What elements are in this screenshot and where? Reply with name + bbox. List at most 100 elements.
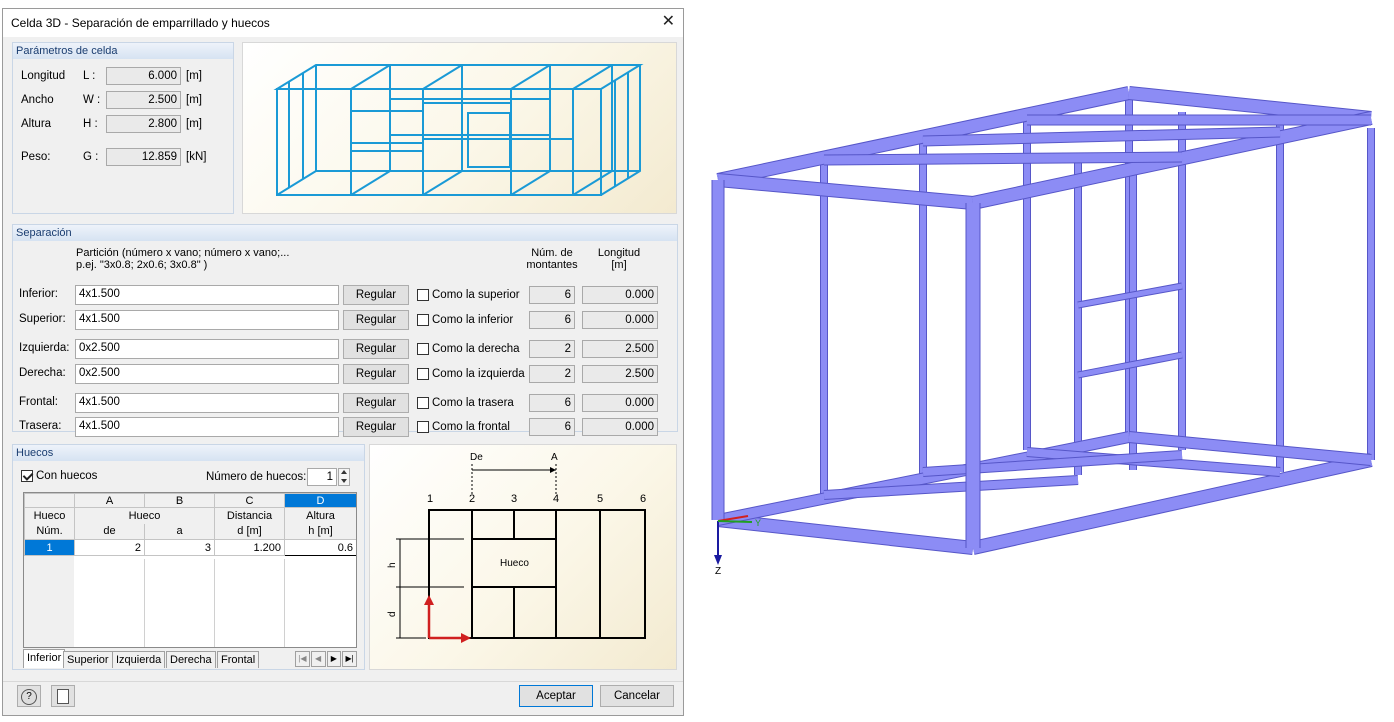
distance-header-1: Distancia (214, 507, 285, 524)
frame-beam[interactable] (971, 454, 1373, 554)
params-header: Parámetros de celda (13, 43, 233, 59)
weight-symbol: G : (83, 151, 99, 163)
tab-frontal[interactable]: Frontal (217, 651, 260, 668)
row-superior-label: Superior: (19, 313, 66, 325)
accept-button[interactable]: Aceptar (519, 685, 593, 707)
row-izquierda-label: Izquierda: (19, 342, 70, 354)
frontal-length-field: 0.000 (582, 394, 658, 412)
close-icon[interactable]: ✕ (662, 13, 675, 31)
hueco-num-header-1: Hueco (24, 507, 75, 524)
height-symbol: H : (83, 118, 98, 130)
frontal-partition-input[interactable]: 4x1.500 (75, 393, 339, 413)
izquierda-same-checkbox[interactable] (417, 343, 429, 355)
col-number-3: 3 (511, 493, 517, 505)
openings-table[interactable]: A B C D Hueco Hueco Distancia Altura Núm… (23, 492, 357, 648)
height-header-1: Altura (284, 507, 356, 524)
partition-hint-line2: p.ej. "3x0.8; 2x0.6; 3x0.8" ) (76, 259, 208, 271)
tab-izquierda[interactable]: Izquierda (112, 651, 166, 668)
row-derecha-label: Derecha: (19, 367, 66, 379)
izquierda-regular-button[interactable]: Regular (343, 339, 409, 359)
col-letter-d: D (284, 493, 356, 508)
frontal-count-field: 6 (529, 394, 575, 412)
openings-count-input[interactable]: 1 (307, 468, 337, 486)
trasera-partition-input[interactable]: 4x1.500 (75, 417, 339, 437)
first-tab-icon[interactable]: |◀ (295, 651, 310, 667)
last-tab-icon[interactable]: ▶| (342, 651, 357, 667)
openings-count-spinner[interactable] (338, 468, 350, 486)
width-unit: [m] (186, 94, 202, 106)
superior-same-checkbox[interactable] (417, 314, 429, 326)
help-button[interactable]: ? (17, 685, 41, 707)
corner-cell (24, 493, 75, 508)
label-a: A (551, 452, 558, 463)
count-header-line1: Núm. de (531, 247, 573, 259)
derecha-regular-button[interactable]: Regular (343, 364, 409, 384)
derecha-same-checkbox[interactable] (417, 368, 429, 380)
d-label: d (387, 611, 398, 617)
frame-beam[interactable] (717, 174, 974, 209)
height-label: Altura (21, 118, 52, 130)
hueco-num-header-2: Núm. (24, 523, 75, 540)
grid-line (214, 559, 215, 647)
trasera-regular-button[interactable]: Regular (343, 417, 409, 437)
inferior-length-field: 0.000 (582, 286, 658, 304)
tab-derecha[interactable]: Derecha (166, 651, 216, 668)
col-letter-a: A (74, 493, 145, 508)
count-header-line2: montantes (526, 259, 578, 271)
with-openings-checkbox[interactable] (21, 470, 33, 482)
col-number-1: 1 (427, 493, 433, 505)
opening-tabs: Inferior Superior Izquierda Derecha Fron… (23, 649, 357, 669)
cell-a[interactable]: 3 (144, 539, 215, 556)
hueco-label: Hueco (500, 558, 529, 569)
next-tab-icon[interactable]: ▶ (326, 651, 342, 667)
derecha-partition-input[interactable]: 0x2.500 (75, 364, 339, 384)
row-frontal-label: Frontal: (19, 396, 58, 408)
cell-wireframe-preview (242, 42, 677, 214)
frontal-same-checkbox[interactable] (417, 397, 429, 409)
inferior-same-checkbox[interactable] (417, 289, 429, 301)
col-letter-c: C (214, 493, 285, 508)
distance-header-2: d [m] (214, 523, 285, 540)
opening-diagram: De A 1 2 3 4 5 6 Hueco h d (369, 444, 677, 670)
width-field: 2.500 (106, 91, 181, 109)
inferior-regular-button[interactable]: Regular (343, 285, 409, 305)
dialog-window: Celda 3D - Separación de emparrillado y … (2, 8, 684, 716)
izquierda-partition-input[interactable]: 0x2.500 (75, 339, 339, 359)
model-viewport[interactable]: Z Y (690, 0, 1394, 722)
openings-count-label: Número de huecos: (206, 471, 307, 483)
superior-partition-input[interactable]: 4x1.500 (75, 310, 339, 330)
length-symbol: L : (83, 70, 96, 82)
export-button[interactable] (51, 685, 75, 707)
frame-beam[interactable] (823, 152, 1183, 165)
cell-distance[interactable]: 1.200 (214, 539, 285, 556)
col-letter-b: B (144, 493, 215, 508)
frontal-same-label: Como la trasera (432, 397, 514, 409)
tab-inferior[interactable]: Inferior (23, 649, 66, 668)
tab-superior[interactable]: Superior (63, 651, 113, 668)
spin-down-icon[interactable] (341, 479, 347, 483)
inferior-partition-input[interactable]: 4x1.500 (75, 285, 339, 305)
prev-tab-icon[interactable]: ◀ (310, 651, 326, 667)
row-number[interactable]: 1 (24, 539, 75, 556)
cancel-button[interactable]: Cancelar (600, 685, 674, 707)
a-header: a (144, 523, 215, 540)
trasera-same-checkbox[interactable] (417, 421, 429, 433)
col-number-6: 6 (640, 493, 646, 505)
izquierda-length-field: 2.500 (582, 340, 658, 358)
cell-height[interactable]: 0.6 (284, 539, 356, 556)
frontal-regular-button[interactable]: Regular (343, 393, 409, 413)
grid-line (144, 559, 145, 647)
spin-up-icon[interactable] (341, 470, 347, 474)
table-row[interactable]: 1 2 3 1.200 0.6 (24, 539, 356, 556)
frame-beam[interactable] (1128, 87, 1372, 124)
frame-beam[interactable] (922, 127, 1281, 146)
params-panel: Parámetros de celda Longitud L : 6.000 [… (12, 42, 234, 214)
width-label: Ancho (21, 94, 54, 106)
height-field: 2.800 (106, 115, 181, 133)
derecha-count-field: 2 (529, 365, 575, 383)
superior-regular-button[interactable]: Regular (343, 310, 409, 330)
superior-count-field: 6 (529, 311, 575, 329)
cell-de[interactable]: 2 (74, 539, 145, 556)
with-openings-label: Con huecos (36, 470, 98, 482)
length-label: Longitud (21, 70, 66, 82)
